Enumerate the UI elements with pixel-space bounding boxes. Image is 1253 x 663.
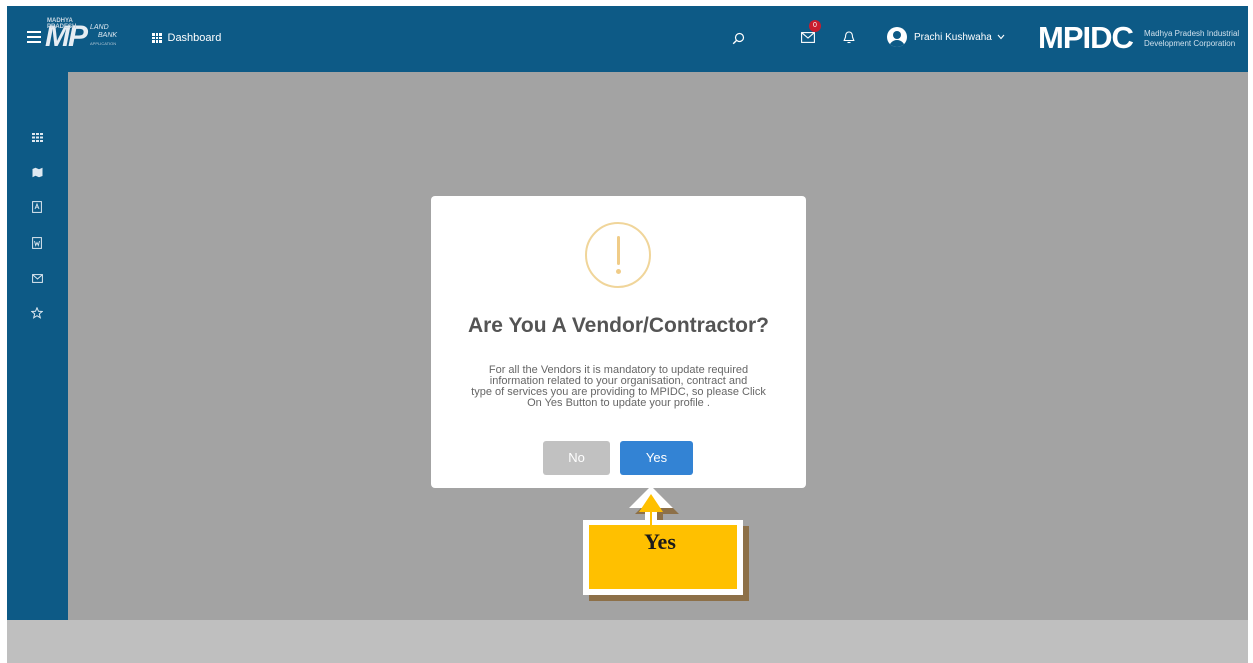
yes-button[interactable]: Yes — [620, 441, 693, 475]
footer-strip — [7, 620, 1248, 663]
callout-label: Yes — [644, 529, 676, 554]
no-button[interactable]: No — [543, 441, 610, 475]
dashboard-label: Dashboard — [167, 32, 222, 44]
sidebar-item-mail[interactable] — [30, 271, 44, 285]
pdf-icon — [32, 201, 42, 213]
app-window: MADHYA PRADESH MP LAND BANK APPLICATION … — [7, 6, 1248, 663]
warning-icon — [585, 222, 651, 288]
search-icon[interactable] — [732, 32, 745, 45]
user-avatar[interactable] — [887, 27, 907, 47]
grid-icon — [31, 132, 43, 142]
mail-icon — [31, 273, 43, 283]
sidebar-item-word[interactable] — [30, 236, 44, 250]
map-icon — [32, 167, 42, 177]
mp-logo-small-text: MADHYA PRADESH — [47, 18, 77, 30]
mail-icon[interactable] — [801, 32, 815, 43]
mail-count-badge: 0 — [809, 20, 821, 32]
yes-callout-annotation: Yes — [577, 484, 752, 604]
chevron-down-icon — [997, 34, 1005, 40]
org-name: Madhya Pradesh Industrial Development Co… — [1144, 29, 1240, 48]
star-icon — [31, 307, 43, 319]
hamburger-menu-icon[interactable] — [27, 31, 41, 43]
dialog-message: For all the Vendors it is mandatory to u… — [471, 364, 766, 409]
sidebar-item-dashboard[interactable] — [30, 130, 44, 144]
mp-logo: MADHYA PRADESH MP — [45, 18, 88, 53]
mpidc-logo: MPIDC — [1038, 20, 1134, 55]
grid-icon — [152, 33, 162, 43]
dialog-title: Are You A Vendor/Contractor? — [467, 314, 770, 337]
word-icon — [32, 237, 42, 249]
sidebar-item-map[interactable] — [30, 165, 44, 179]
sidebar-item-favorites[interactable] — [30, 306, 44, 320]
top-navbar: MADHYA PRADESH MP LAND BANK APPLICATION … — [7, 6, 1248, 72]
land-bank-logo: LAND BANK APPLICATION — [90, 24, 118, 46]
dashboard-link[interactable]: Dashboard — [152, 32, 221, 44]
user-name: Prachi Kushwaha — [914, 32, 992, 43]
sidebar-item-pdf[interactable] — [30, 200, 44, 214]
sidebar — [7, 72, 68, 620]
bell-icon[interactable] — [843, 31, 855, 44]
vendor-confirm-dialog: Are You A Vendor/Contractor? For all the… — [431, 196, 806, 488]
user-menu[interactable]: Prachi Kushwaha — [914, 32, 1005, 43]
